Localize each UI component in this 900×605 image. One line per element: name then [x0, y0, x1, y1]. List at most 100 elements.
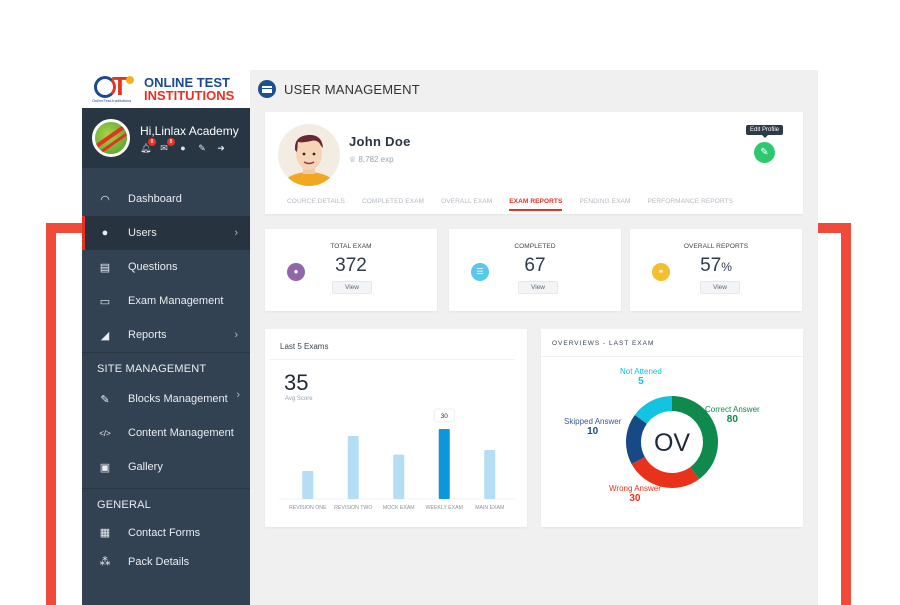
- bar-revision-two[interactable]: [347, 436, 359, 499]
- sidebar-item-reports[interactable]: ◢ Reports ›: [82, 318, 250, 352]
- page-title: USER MANAGEMENT: [284, 81, 420, 97]
- sidebar-item-label: Content Management: [128, 427, 234, 439]
- chevron-right-icon: ›: [234, 227, 238, 239]
- sidebar-item-label: Reports: [128, 329, 167, 341]
- tooltip-arrow: [441, 422, 448, 425]
- notification-badge: 8: [148, 137, 156, 146]
- user-icon[interactable]: ●: [178, 143, 188, 153]
- message-badge: 8: [167, 137, 175, 146]
- form-icon: ▦: [99, 527, 111, 539]
- view-button[interactable]: View: [518, 281, 558, 294]
- tab-performance-reports[interactable]: PERFORMANCE REPORTS: [648, 198, 734, 211]
- stat-label: COMPLETED: [514, 243, 556, 250]
- section-general: GENERAL: [82, 488, 250, 518]
- stat-value: 57%: [700, 255, 732, 276]
- brand-logo[interactable]: T OnlineTest-Institutions ONLINE TEST IN…: [82, 70, 250, 108]
- view-button[interactable]: View: [700, 281, 740, 294]
- bell-icon[interactable]: 🔔︎ 8: [140, 137, 156, 153]
- stat-value: 372: [335, 255, 367, 276]
- stat-card-completed: ☰ COMPLETED 67 View: [449, 229, 621, 311]
- tab-exam-reports[interactable]: EXAM REPORTS: [509, 198, 563, 211]
- stat-card-total-exam: ● TOTAL EXAM 372 View: [265, 229, 437, 311]
- bar-revision-one[interactable]: [302, 471, 314, 499]
- trophy-icon: ♕: [349, 155, 359, 164]
- laptop-icon: ▭: [99, 295, 111, 308]
- sidebar-nav: ◠ Dashboard ● Users › ▤ Questions ▭ Exam…: [82, 168, 250, 576]
- bar-mock-exam[interactable]: [393, 454, 405, 499]
- stat-label: TOTAL EXAM: [330, 243, 372, 250]
- dashboard-icon: ◠: [100, 193, 110, 206]
- edit-icon[interactable]: ✎: [197, 143, 207, 153]
- book-icon: ▤: [99, 261, 111, 274]
- tab-completed-exam[interactable]: COMPLETED EXAM: [362, 198, 424, 211]
- stat-label: OVERALL REPORTS: [683, 243, 749, 250]
- profile-tabs: COURCE DETAILS COMPLETED EXAM OVERALL EX…: [287, 198, 750, 211]
- user-icon: ●: [101, 227, 109, 239]
- sidebar-item-gallery[interactable]: ▣ Gallery: [82, 450, 250, 484]
- bar-main-exam[interactable]: [484, 450, 496, 499]
- chevron-right-icon: ›: [234, 329, 238, 341]
- cubes-icon: ⁂: [99, 556, 111, 568]
- edit-profile-tooltip: Edit Profile: [746, 125, 784, 138]
- bar-weekly-exam[interactable]: [438, 429, 450, 499]
- sidebar-item-label: Questions: [128, 261, 178, 273]
- x-tick-label: REVISION TWO: [334, 505, 372, 511]
- last-5-exams-card: Last 5 Exams 35 Avg Score REVISION ONE RE…: [265, 329, 527, 527]
- legend-wrong-answer: Wrong Answer 30: [609, 484, 661, 504]
- bar-chart: REVISION ONE REVISION TWO MOCK EXAM WEEKLY …: [279, 408, 515, 511]
- slice-skipped-answer[interactable]: [626, 414, 647, 465]
- pencil-icon: ✎: [760, 147, 769, 158]
- avatar-illustration: [283, 134, 335, 186]
- greeting: Hi,Linlax Academy: [140, 123, 239, 138]
- logo-icon: T OnlineTest-Institutions: [92, 73, 136, 104]
- image-icon: ▣: [99, 461, 111, 474]
- sidebar-item-contact-forms[interactable]: ▦ Contact Forms: [82, 518, 250, 547]
- sidebar-item-label: Contact Forms: [128, 526, 201, 539]
- sidebar-item-users[interactable]: ● Users ›: [82, 216, 250, 250]
- stat-value: 67: [524, 255, 546, 276]
- legend-correct-answer: Correct Answer 80: [705, 405, 760, 425]
- decorative-frame-right-top: [818, 223, 851, 233]
- legend-skipped-answer: Skipped Answer 10: [564, 417, 622, 437]
- legend-not-attened: Not Attened 5: [620, 367, 662, 387]
- brand-line2: INSTITUTIONS: [144, 88, 235, 103]
- sidebar-item-label: Blocks Management: [128, 393, 228, 405]
- user-profile-card: John Doe ♕ 8,782 exp Edit Profile ✎ COUR…: [265, 112, 803, 214]
- sidebar-item-content-management[interactable]: </> Content Management: [82, 416, 250, 450]
- sidebar-item-label: Exam Management: [128, 295, 224, 307]
- tab-pending-exam[interactable]: PENDING EXAM: [579, 198, 630, 211]
- sidebar: Hi,Linlax Academy 🔔︎ 8 ✉ 8 ● ✎ ➜ ◠ Dashboa…: [82, 108, 250, 605]
- envelope-icon[interactable]: ✉ 8: [159, 137, 175, 153]
- academy-avatar[interactable]: [92, 119, 130, 157]
- exp-value: 8,782 exp: [358, 155, 394, 164]
- edit-profile-button[interactable]: ✎: [754, 142, 775, 163]
- tab-cource-details[interactable]: COURCE DETAILS: [287, 198, 345, 211]
- page-header: USER MANAGEMENT: [250, 70, 420, 108]
- edit-icon: ✎: [100, 393, 110, 406]
- tab-overall-exam[interactable]: OVERALL EXAM: [441, 198, 492, 211]
- chevron-right-icon: ›: [236, 389, 240, 401]
- sidebar-item-dashboard[interactable]: ◠ Dashboard: [82, 182, 250, 216]
- code-icon: </>: [99, 428, 111, 438]
- sidebar-item-questions[interactable]: ▤ Questions: [82, 250, 250, 284]
- sidebar-item-pack-details[interactable]: ⁂ Pack Details: [82, 547, 250, 576]
- overviews-card: OVERVIEWS - LAST EXAM OV Correct Answer 8…: [541, 329, 803, 527]
- x-tick-label: MAIN EXAM: [475, 505, 504, 511]
- decorative-frame-left-top: [46, 223, 82, 233]
- logo-subtext: OnlineTest-Institutions: [92, 98, 132, 103]
- sidebar-item-label: Pack Details: [128, 555, 190, 568]
- decorative-frame-right: [841, 223, 851, 605]
- x-tick-label: REVISION ONE: [289, 505, 327, 511]
- decorative-frame-left: [46, 223, 56, 605]
- section-site-management: SITE MANAGEMENT: [82, 352, 250, 382]
- stat-card-overall-reports: ⚭ OVERALL REPORTS 57% View: [630, 229, 802, 311]
- area-chart-icon: ◢: [100, 329, 110, 342]
- sidebar-item-exam-management[interactable]: ▭ Exam Management: [82, 284, 250, 318]
- sign-out-icon[interactable]: ➜: [216, 143, 226, 153]
- sidebar-item-blocks-management[interactable]: ✎ Blocks Management ›: [82, 382, 250, 416]
- user-name: John Doe: [349, 134, 411, 149]
- list-icon[interactable]: [258, 80, 276, 98]
- sidebar-profile: Hi,Linlax Academy 🔔︎ 8 ✉ 8 ● ✎ ➜: [82, 108, 250, 168]
- user-avatar[interactable]: [278, 124, 340, 186]
- view-button[interactable]: View: [332, 281, 372, 294]
